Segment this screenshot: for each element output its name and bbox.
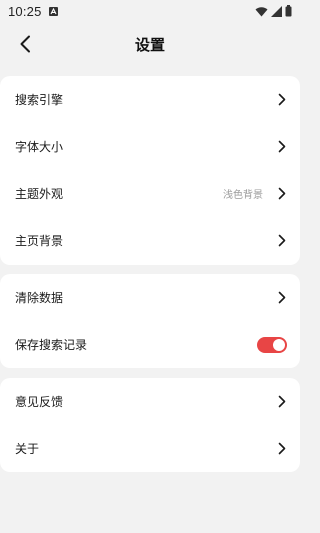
chevron-right-icon bbox=[277, 234, 287, 248]
setting-label: 清除数据 bbox=[15, 291, 64, 305]
setting-label: 搜索引擎 bbox=[15, 93, 64, 107]
setting-clear-data[interactable]: 清除数据 bbox=[0, 274, 300, 321]
header: 设置 bbox=[0, 22, 300, 66]
setting-label: 意见反馈 bbox=[15, 395, 64, 409]
arrow-left-icon bbox=[20, 35, 30, 53]
settings-group-general: 搜索引擎 字体大小 主题外观 浅色背景 主页背景 bbox=[0, 76, 300, 265]
settings-group-data: 清除数据 保存搜索记录 bbox=[0, 274, 300, 368]
setting-home-background[interactable]: 主页背景 bbox=[0, 217, 300, 264]
toggle-knob bbox=[273, 338, 285, 351]
page-title: 设置 bbox=[134, 35, 165, 54]
setting-about[interactable]: 关于 bbox=[0, 425, 300, 472]
chevron-right-icon bbox=[277, 442, 287, 456]
status-bar: 10:25 bbox=[0, 0, 300, 22]
setting-label: 主题外观 bbox=[15, 187, 64, 201]
notification-a-icon bbox=[48, 6, 58, 16]
setting-label: 主页背景 bbox=[15, 234, 64, 248]
battery-icon bbox=[285, 5, 292, 17]
setting-label: 关于 bbox=[15, 442, 40, 456]
chevron-right-icon bbox=[277, 93, 287, 107]
chevron-right-icon bbox=[277, 187, 287, 201]
chevron-right-icon bbox=[277, 395, 287, 409]
settings-group-about: 意见反馈 关于 bbox=[0, 378, 300, 472]
setting-search-engine[interactable]: 搜索引擎 bbox=[0, 76, 300, 123]
setting-save-search-history: 保存搜索记录 bbox=[0, 321, 300, 368]
setting-label: 字体大小 bbox=[15, 140, 64, 154]
setting-theme[interactable]: 主题外观 浅色背景 bbox=[0, 170, 300, 217]
wifi-icon bbox=[255, 6, 268, 16]
status-time: 10:25 bbox=[8, 3, 42, 19]
setting-font-size[interactable]: 字体大小 bbox=[0, 123, 300, 170]
chevron-right-icon bbox=[277, 140, 287, 154]
setting-value: 浅色背景 bbox=[223, 190, 263, 201]
signal-icon bbox=[271, 5, 282, 17]
setting-feedback[interactable]: 意见反馈 bbox=[0, 378, 300, 425]
chevron-right-icon bbox=[277, 291, 287, 305]
save-history-toggle[interactable] bbox=[257, 336, 287, 353]
back-button[interactable] bbox=[12, 31, 38, 57]
setting-label: 保存搜索记录 bbox=[15, 338, 88, 352]
